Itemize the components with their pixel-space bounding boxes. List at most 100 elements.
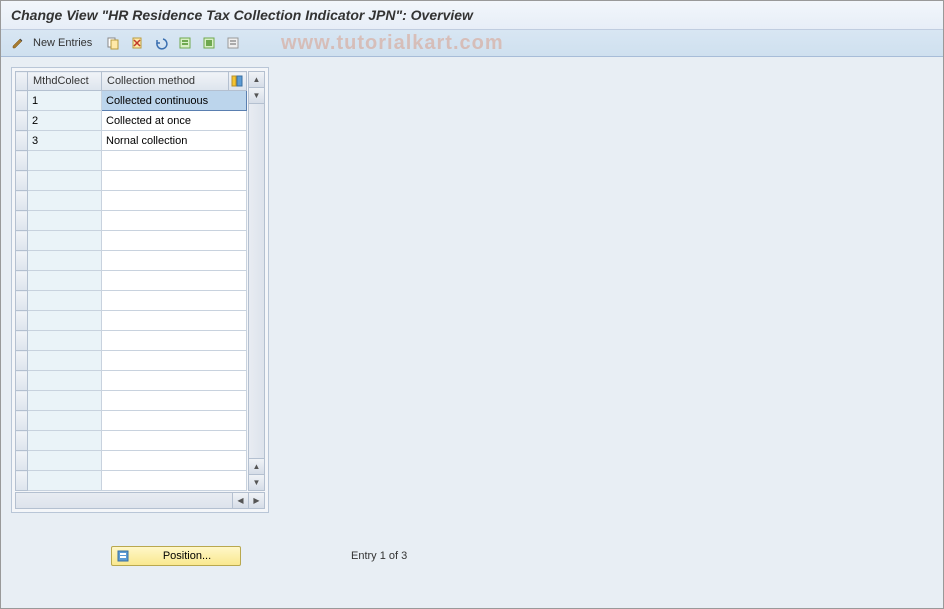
cell-code[interactable] [28,431,102,451]
code-input[interactable] [28,231,101,250]
deselect-all-icon[interactable] [224,34,242,52]
undo-icon[interactable] [152,34,170,52]
row-handle[interactable] [16,451,28,471]
method-input[interactable] [102,371,246,390]
code-input[interactable] [28,411,101,430]
copy-icon[interactable] [104,34,122,52]
row-handle[interactable] [16,131,28,151]
cell-method[interactable] [102,111,247,131]
cell-code[interactable] [28,91,102,111]
method-input[interactable] [102,111,246,130]
cell-code[interactable] [28,191,102,211]
row-handle[interactable] [16,251,28,271]
cell-method[interactable] [102,251,247,271]
cell-code[interactable] [28,211,102,231]
method-input[interactable] [102,451,246,470]
cell-method[interactable] [102,471,247,491]
cell-method[interactable] [102,331,247,351]
scroll-right-icon[interactable]: ▶ [248,493,264,508]
cell-code[interactable] [28,471,102,491]
row-handle[interactable] [16,331,28,351]
cell-method[interactable] [102,411,247,431]
cell-method[interactable] [102,211,247,231]
cell-method[interactable] [102,171,247,191]
scroll-up-icon[interactable]: ▲ [249,72,264,88]
method-input[interactable] [102,411,246,430]
column-header-code[interactable]: MthdColect [28,72,102,91]
code-input[interactable] [28,111,101,130]
method-input[interactable] [102,471,246,490]
select-all-icon[interactable] [176,34,194,52]
delete-icon[interactable] [128,34,146,52]
method-input[interactable] [102,291,246,310]
method-input[interactable] [102,391,246,410]
cell-code[interactable] [28,111,102,131]
code-input[interactable] [28,331,101,350]
method-input[interactable] [102,211,246,230]
method-input[interactable] [102,271,246,290]
code-input[interactable] [28,131,101,150]
code-input[interactable] [28,211,101,230]
cell-code[interactable] [28,411,102,431]
row-handle[interactable] [16,371,28,391]
column-config-icon[interactable] [229,72,247,91]
code-input[interactable] [28,451,101,470]
cell-code[interactable] [28,231,102,251]
method-input[interactable] [102,151,246,170]
code-input[interactable] [28,391,101,410]
method-input[interactable] [102,351,246,370]
row-handle[interactable] [16,291,28,311]
cell-code[interactable] [28,271,102,291]
code-input[interactable] [28,371,101,390]
cell-method[interactable] [102,311,247,331]
cell-method[interactable] [102,151,247,171]
method-input[interactable] [102,171,246,190]
cell-method[interactable] [102,191,247,211]
row-handle[interactable] [16,311,28,331]
column-header-method[interactable]: Collection method [102,72,229,91]
row-handle[interactable] [16,91,28,111]
method-input[interactable] [102,251,246,270]
scroll-down-icon[interactable]: ▼ [249,88,264,104]
method-input[interactable] [102,91,246,110]
cell-code[interactable] [28,151,102,171]
cell-method[interactable] [102,231,247,251]
code-input[interactable] [28,151,101,170]
row-handle[interactable] [16,471,28,491]
code-input[interactable] [28,171,101,190]
cell-code[interactable] [28,251,102,271]
cell-method[interactable] [102,431,247,451]
corner-header[interactable] [16,72,28,91]
cell-method[interactable] [102,91,247,111]
cell-method[interactable] [102,371,247,391]
row-handle[interactable] [16,191,28,211]
code-input[interactable] [28,291,101,310]
cell-code[interactable] [28,371,102,391]
horizontal-scrollbar[interactable]: ◀ ▶ [15,492,265,509]
method-input[interactable] [102,131,246,150]
position-button[interactable]: Position... [111,546,241,566]
code-input[interactable] [28,471,101,490]
cell-method[interactable] [102,451,247,471]
method-input[interactable] [102,191,246,210]
toggle-edit-icon[interactable] [9,34,27,52]
cell-method[interactable] [102,131,247,151]
cell-code[interactable] [28,331,102,351]
cell-code[interactable] [28,291,102,311]
scroll-up-bottom-icon[interactable]: ▲ [249,458,264,474]
method-input[interactable] [102,231,246,250]
cell-code[interactable] [28,311,102,331]
row-handle[interactable] [16,171,28,191]
row-handle[interactable] [16,391,28,411]
row-handle[interactable] [16,411,28,431]
cell-code[interactable] [28,391,102,411]
cell-method[interactable] [102,271,247,291]
row-handle[interactable] [16,351,28,371]
code-input[interactable] [28,251,101,270]
cell-method[interactable] [102,351,247,371]
row-handle[interactable] [16,111,28,131]
code-input[interactable] [28,351,101,370]
cell-code[interactable] [28,451,102,471]
method-input[interactable] [102,311,246,330]
row-handle[interactable] [16,271,28,291]
